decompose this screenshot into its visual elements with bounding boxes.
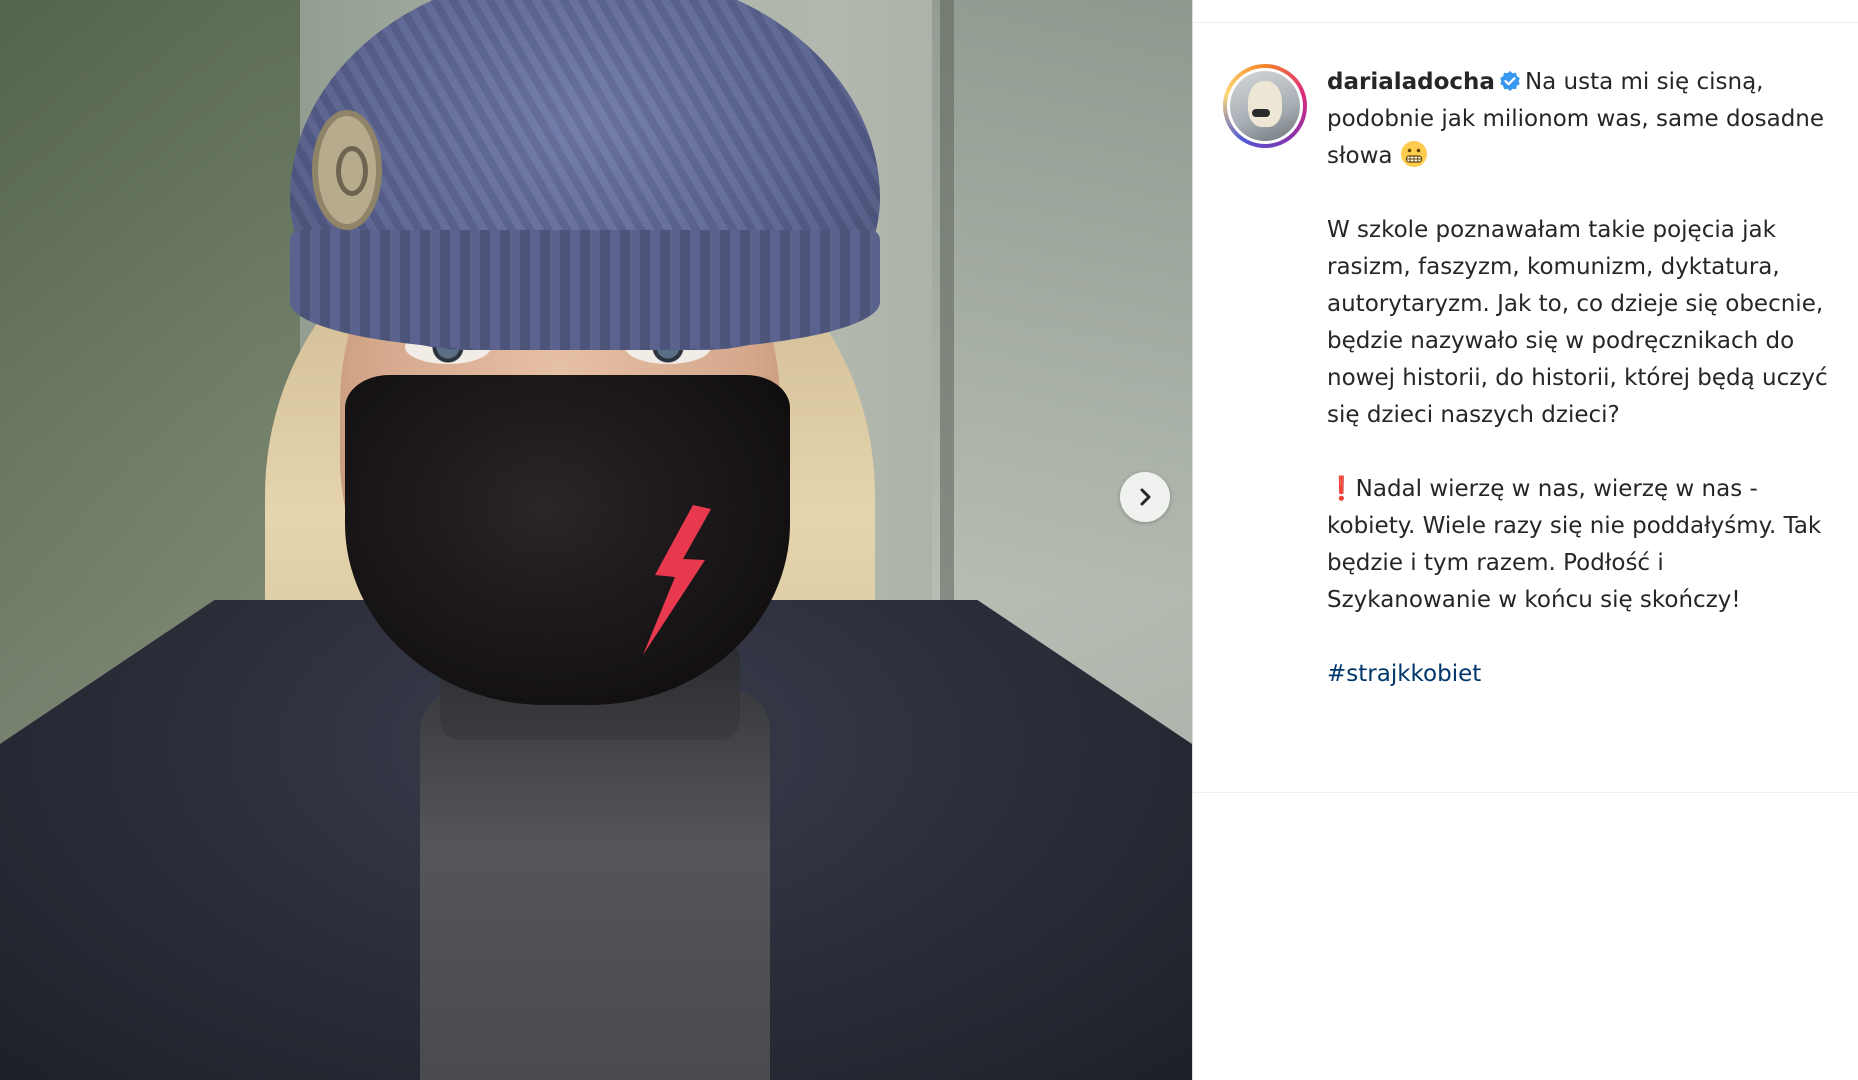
caption-paragraph-3: Nadal wierzę w nas, wierzę w nas - kobie… bbox=[1327, 476, 1822, 613]
instagram-post: darialadocha Na usta mi się cisną, podob… bbox=[0, 0, 1858, 1080]
photo-face-mask bbox=[345, 375, 790, 705]
next-photo-button[interactable] bbox=[1120, 472, 1170, 522]
exclamation-mark-emoji: ❗ bbox=[1327, 476, 1356, 502]
caption-paragraph-2: W szkole poznawałam takie pojęcia jak ra… bbox=[1327, 217, 1828, 428]
beanie-logo-patch bbox=[312, 110, 382, 230]
caption-panel: darialadocha Na usta mi się cisną, podob… bbox=[1193, 0, 1858, 1080]
post-caption: darialadocha Na usta mi się cisną, podob… bbox=[1327, 64, 1832, 693]
hashtag-link[interactable]: #strajkkobiet bbox=[1327, 661, 1481, 687]
chevron-right-icon bbox=[1140, 488, 1151, 506]
post-photo[interactable] bbox=[0, 0, 1192, 1080]
verified-badge-icon bbox=[1500, 71, 1520, 91]
grimacing-face-emoji bbox=[1400, 141, 1427, 167]
lightning-bolt-icon bbox=[643, 505, 711, 655]
avatar-image bbox=[1230, 71, 1300, 141]
photo-sweater bbox=[420, 690, 770, 1080]
username-link[interactable]: darialadocha bbox=[1327, 69, 1495, 95]
profile-avatar[interactable] bbox=[1223, 64, 1307, 148]
